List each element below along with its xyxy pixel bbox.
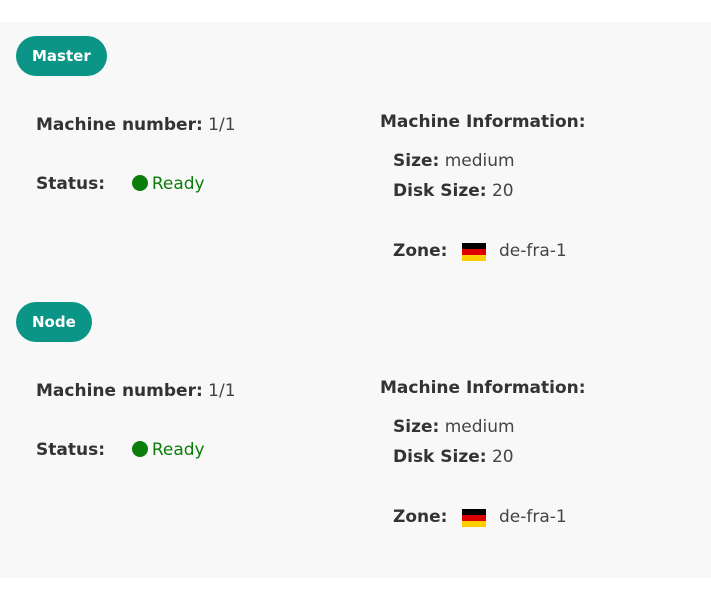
germany-flag-icon [462, 243, 486, 261]
status-label: Status: [36, 174, 105, 194]
machine-number-label: Machine number: [36, 115, 203, 135]
disk-size-label: Disk Size: [393, 181, 487, 201]
status-value: Ready [151, 174, 205, 194]
master-badge: Master [16, 36, 107, 76]
status-label: Status: [36, 440, 105, 460]
node-badge: Node [16, 302, 92, 342]
machines-panel: Master Machine number: 1/1 Status: Ready… [0, 22, 711, 578]
status-ready-icon [131, 175, 148, 191]
status: Status: Ready [36, 438, 205, 462]
zone-value: de-fra-1 [499, 241, 567, 261]
germany-flag-icon [462, 509, 486, 527]
disk-size-label: Disk Size: [393, 447, 487, 467]
size-value: medium [444, 417, 515, 437]
disk-size: Disk Size: 20 [393, 179, 514, 203]
machine-number: Machine number: 1/1 [36, 113, 236, 137]
disk-size-value: 20 [491, 181, 514, 201]
status-value: Ready [151, 440, 205, 460]
size-label: Size: [393, 417, 440, 437]
zone-label: Zone: [393, 507, 448, 527]
zone-value: de-fra-1 [499, 507, 567, 527]
machine-number-value: 1/1 [208, 115, 236, 135]
machine-number-label: Machine number: [36, 381, 203, 401]
node-section: Node Machine number: 1/1 Status: Ready M… [0, 288, 711, 554]
disk-size: Disk Size: 20 [393, 445, 514, 469]
machine-number: Machine number: 1/1 [36, 379, 236, 403]
size-value: medium [444, 151, 515, 171]
size: Size: medium [393, 415, 515, 439]
status: Status: Ready [36, 172, 205, 196]
machine-number-value: 1/1 [208, 381, 236, 401]
size: Size: medium [393, 149, 515, 173]
disk-size-value: 20 [491, 447, 514, 467]
status-ready-icon [131, 441, 148, 457]
zone-label: Zone: [393, 241, 448, 261]
size-label: Size: [393, 151, 440, 171]
machine-information-title: Machine Information: [380, 112, 586, 132]
machine-information-title: Machine Information: [380, 378, 586, 398]
master-section: Master Machine number: 1/1 Status: Ready… [0, 22, 711, 288]
